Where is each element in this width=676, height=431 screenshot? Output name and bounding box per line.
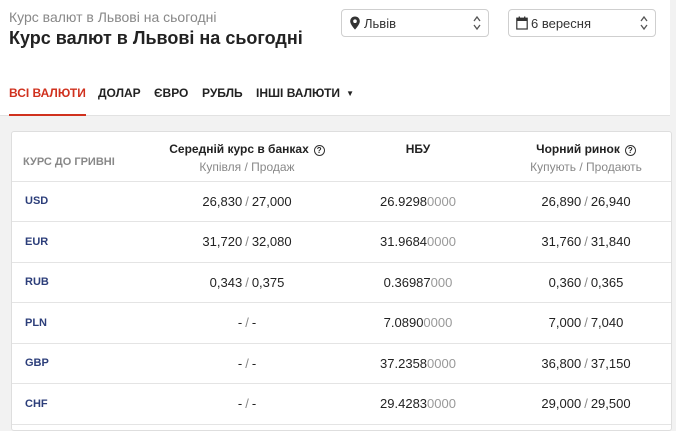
tab-euro[interactable]: ЄВРО [154, 86, 188, 116]
header-currency: КУРС ДО ГРИВНІ [12, 132, 159, 182]
select-arrows-icon [473, 15, 481, 31]
tab-all-currencies[interactable]: ВСІ ВАЛЮТИ [9, 86, 86, 116]
header-bank-title: Середній курс в банках [169, 142, 309, 156]
header-black-subtitle: Купують / Продають [530, 160, 642, 174]
nbu-rate-cell: 26.92980000 [335, 181, 501, 222]
black-market-cell: 26,890/26,940 [501, 181, 671, 222]
map-pin-icon [350, 16, 360, 30]
black-market-cell: 36,800/37,150 [501, 343, 671, 384]
black-market-cell: 31,760/31,840 [501, 221, 671, 263]
info-icon[interactable]: ? [624, 145, 636, 156]
select-arrows-icon [640, 15, 648, 31]
currency-code[interactable]: GBP [12, 343, 159, 384]
bank-rate-cell: - / - [159, 383, 335, 425]
breadcrumb: Курс валют в Львові на сьогодні [9, 9, 217, 25]
header-panel: Курс валют в Львові на сьогодні Курс вал… [0, 0, 670, 116]
rates-card: КУРС ДО ГРИВНІ Середній курс в банках? К… [11, 131, 672, 431]
nbu-rate-cell: 31.96840000 [335, 221, 501, 263]
table-row: USD 26,830/27,000 26.92980000 26,890/26,… [12, 181, 671, 222]
bank-rate-cell: 31,720/32,080 [159, 221, 335, 263]
dropdown-caret-icon: ▼ [346, 89, 354, 98]
city-select-value: Львів [364, 16, 397, 31]
header-bank-rate: Середній курс в банках? Купівля / Продаж [159, 132, 335, 182]
date-select[interactable]: 6 вересня [508, 9, 656, 37]
table-row: CHF - / - 29.42830000 29,000/29,500 [12, 383, 671, 425]
tab-other-currencies[interactable]: ІНШІ ВАЛЮТИ ▼ [256, 86, 354, 116]
table-row: EUR 31,720/32,080 31.96840000 31,760/31,… [12, 221, 671, 263]
info-icon[interactable]: ? [313, 145, 325, 156]
date-select-value: 6 вересня [531, 16, 592, 31]
table-row: RUB 0,343/0,375 0.36987000 0,360/0,365 [12, 262, 671, 303]
calendar-icon [516, 16, 528, 30]
header-black-title: Чорний ринок [536, 142, 620, 156]
nbu-rate-cell: 37.23580000 [335, 343, 501, 384]
bank-rate-cell: - / - [159, 343, 335, 384]
table-row: GBP - / - 37.23580000 36,800/37,150 [12, 343, 671, 384]
currency-code[interactable]: EUR [12, 221, 159, 263]
bank-rate-cell: - / - [159, 302, 335, 344]
black-market-cell: 0,360/0,365 [501, 262, 671, 303]
bank-rate-cell: 26,830/27,000 [159, 181, 335, 222]
header-black-market: Чорний ринок? Купують / Продають [501, 132, 671, 182]
nbu-rate-cell: 29.42830000 [335, 383, 501, 425]
currency-code[interactable]: RUB [12, 262, 159, 303]
bank-rate-cell: 0,343/0,375 [159, 262, 335, 303]
nbu-rate-cell: 0.36987000 [335, 262, 501, 303]
currency-code[interactable]: PLN [12, 302, 159, 344]
table-row: PLN - / - 7.08900000 7,000/7,040 [12, 302, 671, 344]
table-header-row: КУРС ДО ГРИВНІ Середній курс в банках? К… [12, 132, 671, 182]
black-market-cell: 29,000/29,500 [501, 383, 671, 425]
currency-code[interactable]: CHF [12, 383, 159, 425]
page-title: Курс валют в Львові на сьогодні [9, 28, 303, 48]
nbu-rate-cell: 7.08900000 [335, 302, 501, 344]
city-select[interactable]: Львів [341, 9, 489, 37]
header-nbu-title: НБУ [405, 142, 431, 156]
tab-ruble[interactable]: РУБЛЬ [202, 86, 243, 116]
currency-code[interactable]: USD [12, 181, 159, 222]
header-nbu: НБУ [335, 132, 501, 182]
header-bank-subtitle: Купівля / Продаж [199, 160, 295, 174]
black-market-cell: 7,000/7,040 [501, 302, 671, 344]
tab-dollar[interactable]: ДОЛАР [98, 86, 141, 116]
rates-table: КУРС ДО ГРИВНІ Середній курс в банках? К… [12, 132, 671, 425]
